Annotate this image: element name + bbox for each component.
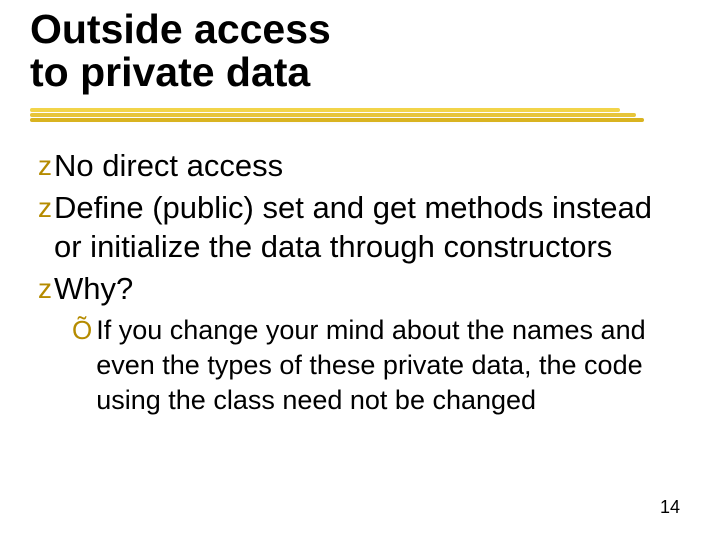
- slide-title: Outside access to private data: [30, 8, 680, 95]
- underline-stroke-1: [30, 108, 620, 112]
- bullet-level1: z Define (public) set and get methods in…: [38, 188, 670, 267]
- bullet-icon: z: [38, 146, 52, 185]
- title-line-1: Outside access: [30, 6, 331, 52]
- page-number: 14: [660, 497, 680, 518]
- sub-bullet-text: If you change your mind about the names …: [96, 313, 670, 418]
- bullet-text: Define (public) set and get methods inst…: [54, 188, 670, 267]
- bullet-level1: z Why?: [38, 269, 670, 309]
- body-text: z No direct access z Define (public) set…: [38, 146, 670, 418]
- bullet-text: No direct access: [54, 146, 670, 186]
- title-block: Outside access to private data: [30, 8, 680, 95]
- bullet-level1: z No direct access: [38, 146, 670, 186]
- underline-stroke-2: [30, 113, 636, 117]
- sub-bullets: Õ If you change your mind about the name…: [72, 313, 670, 418]
- bullet-text: Why?: [54, 269, 670, 309]
- bullet-level2: Õ If you change your mind about the name…: [72, 313, 670, 418]
- bullet-icon: z: [38, 188, 52, 227]
- underline-stroke-3: [30, 118, 644, 122]
- title-line-2: to private data: [30, 49, 310, 95]
- title-underline: [30, 108, 642, 126]
- arrow-icon: Õ: [72, 313, 92, 347]
- slide: Outside access to private data z No dire…: [0, 0, 720, 540]
- bullet-icon: z: [38, 269, 52, 308]
